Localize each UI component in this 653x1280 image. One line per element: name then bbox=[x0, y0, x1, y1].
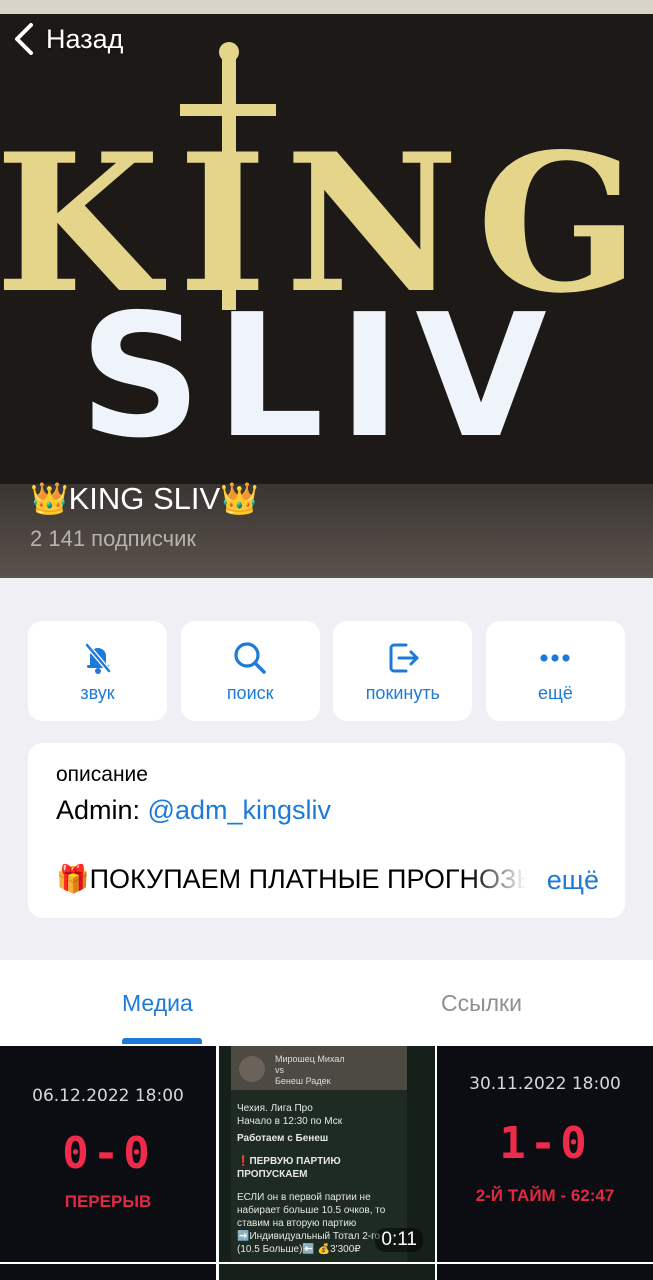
logo-sliv-text: SLIV bbox=[79, 278, 561, 460]
chat-header: Мирошец Михал vs Бенеш Радек bbox=[231, 1046, 407, 1090]
channel-logo: KING SLIV bbox=[0, 42, 639, 460]
score-date: 06.12.2022 18:00 bbox=[32, 1086, 184, 1106]
back-label: Назад bbox=[46, 23, 124, 54]
leave-button[interactable]: покинуть bbox=[333, 621, 473, 721]
search-button[interactable]: поиск bbox=[180, 621, 320, 721]
description-card: описание Admin: @adm_kingsliv 🎁ПОКУПАЕМ … bbox=[28, 743, 625, 918]
media-item[interactable] bbox=[0, 1264, 216, 1280]
tab-active-indicator bbox=[122, 1038, 202, 1044]
video-duration: 0:11 bbox=[375, 1228, 423, 1252]
media-item[interactable]: Мирошец Михал vs Бенеш Радек Чехия. Лига… bbox=[219, 1046, 435, 1262]
media-grid: 06.12.2022 18:00 0-0 ПЕРЕРЫВ Мирошец Мих… bbox=[0, 1046, 653, 1280]
admin-link[interactable]: @adm_kingsliv bbox=[148, 795, 331, 825]
description-text: 🎁ПОКУПАЕМ ПЛАТНЫЕ ПРОГНОЗЫ bbox=[56, 864, 526, 894]
channel-name: 👑KING SLIV👑 bbox=[30, 481, 259, 516]
chevron-left-icon bbox=[15, 23, 33, 55]
more-icon bbox=[540, 653, 571, 662]
search-label: поиск bbox=[226, 682, 274, 703]
action-bar: звук поиск покинуть ещё bbox=[28, 621, 625, 721]
chat-line: Начало в 12:30 по Мск bbox=[237, 1116, 343, 1127]
score-date: 30.11.2022 18:00 bbox=[469, 1074, 621, 1094]
mute-label: звук bbox=[80, 682, 115, 703]
media-item[interactable]: 06.12.2022 18:00 0-0 ПЕРЕРЫВ bbox=[0, 1046, 216, 1262]
description-admin: Admin: @adm_kingsliv bbox=[56, 795, 597, 826]
channel-cover: KING SLIV Назад 👑KING SLIV👑 2 141 подпис… bbox=[0, 0, 653, 578]
more-button[interactable]: ещё bbox=[485, 621, 625, 721]
chat-line: ❗ПЕРВУЮ ПАРТИЮ ПРОПУСКАЕМ bbox=[237, 1156, 341, 1180]
back-button[interactable]: Назад bbox=[12, 22, 123, 56]
chat-title: Мирошец Михал vs Бенеш Радек bbox=[275, 1054, 345, 1086]
media-tabs: Медиа Ссылки bbox=[0, 960, 653, 1046]
score-status: 2-Й ТАЙМ - 62:47 bbox=[475, 1186, 615, 1205]
media-item[interactable] bbox=[437, 1264, 653, 1280]
bell-slash-icon bbox=[84, 642, 111, 674]
media-item[interactable] bbox=[219, 1264, 435, 1280]
search-icon bbox=[234, 641, 266, 674]
tab-links[interactable]: Ссылки bbox=[441, 990, 522, 1017]
score-value: 1-0 bbox=[499, 1118, 591, 1169]
admin-prefix: Admin: bbox=[56, 795, 148, 825]
media-item[interactable]: 30.11.2022 18:00 1-0 2-Й ТАЙМ - 62:47 bbox=[437, 1046, 653, 1262]
tab-media[interactable]: Медиа bbox=[122, 990, 193, 1017]
chat-line: Работаем с Бенеш bbox=[237, 1133, 329, 1144]
chat-line: Чехия. Лига Про bbox=[237, 1103, 313, 1114]
score-status: ПЕРЕРЫВ bbox=[64, 1192, 152, 1211]
subscriber-count: 2 141 подписчик bbox=[30, 526, 196, 551]
chat-line: ЕСЛИ он в первой партии не набирает боль… bbox=[237, 1192, 386, 1229]
more-label: ещё bbox=[538, 682, 573, 703]
leave-label: покинуть bbox=[365, 682, 440, 703]
avatar bbox=[239, 1056, 265, 1082]
score-value: 0-0 bbox=[62, 1128, 154, 1179]
description-label: описание bbox=[56, 763, 148, 786]
description-more-link[interactable]: ещё bbox=[547, 865, 599, 896]
leave-icon bbox=[389, 643, 419, 672]
mute-button[interactable]: звук bbox=[28, 621, 167, 721]
cover-tape bbox=[0, 0, 653, 14]
